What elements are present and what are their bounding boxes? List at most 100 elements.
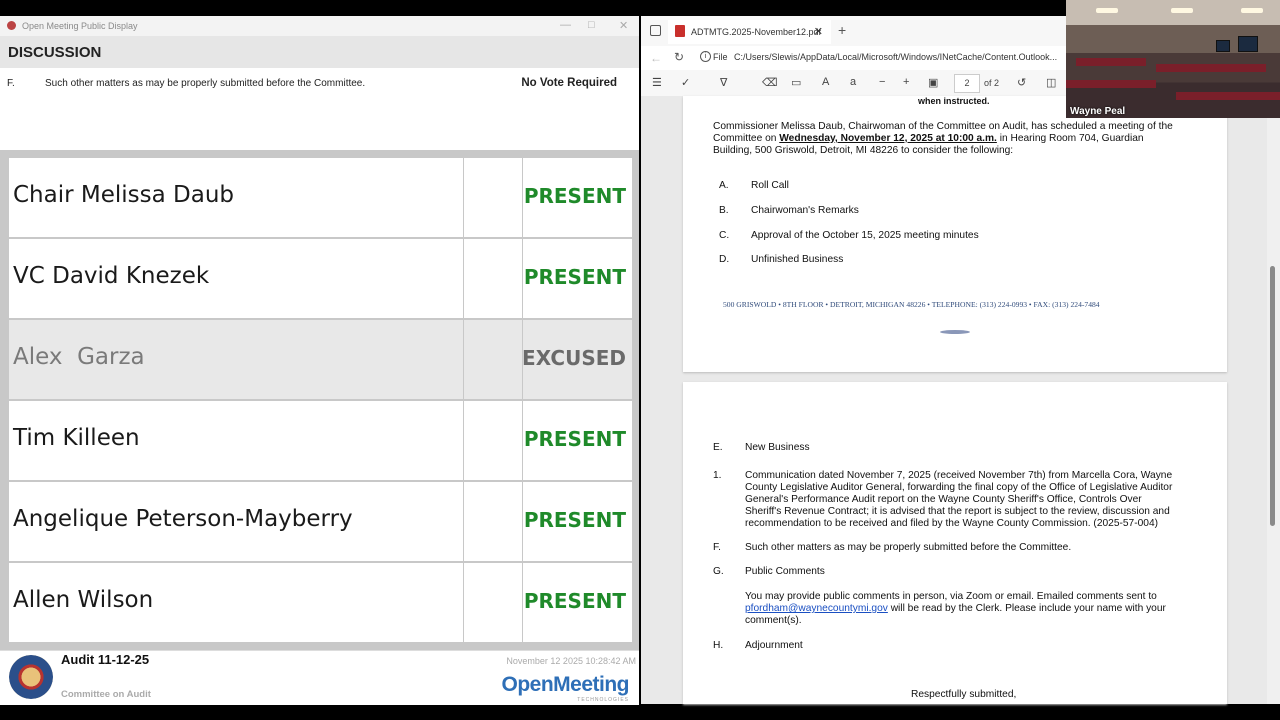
member-name: Alex Garza	[13, 344, 145, 370]
meeting-name: Audit 11-12-25	[61, 652, 150, 667]
app-icon	[7, 21, 16, 30]
new-tab-icon[interactable]: +	[838, 22, 846, 38]
item-text: Such other matters as may be properly su…	[45, 78, 366, 89]
member-status: PRESENT	[523, 589, 626, 613]
roll-call-row: Alex Garza EXCUSED	[9, 320, 632, 399]
comment-line: comment(s).	[745, 615, 802, 626]
agenda-letter: D.	[719, 254, 730, 265]
zoom-in-icon[interactable]: +	[903, 76, 909, 88]
contents-icon[interactable]: ☰	[652, 76, 662, 89]
agenda-letter: G.	[713, 566, 724, 577]
agenda-letter: F.	[713, 542, 721, 553]
page-count: of 2	[984, 78, 1000, 88]
intro-line: Committee on Wednesday, November 12, 202…	[713, 133, 1144, 144]
item-letter: F.	[7, 78, 15, 89]
agenda-letter: B.	[719, 205, 729, 216]
timestamp: November 12 2025 10:28:42 AM	[506, 656, 636, 666]
item-number: 1.	[713, 470, 722, 481]
roll-call-row: Angelique Peterson-Mayberry PRESENT	[9, 482, 632, 561]
draw-icon[interactable]: ∇	[720, 76, 727, 89]
item-line: recommendation to be received and filed …	[745, 518, 1158, 529]
minimize-icon[interactable]: —	[560, 19, 571, 31]
rotate-icon[interactable]: ↺	[1017, 76, 1026, 89]
member-status: PRESENT	[523, 508, 626, 532]
tab-actions-icon[interactable]	[650, 25, 661, 36]
scroll-thumb[interactable]	[1270, 266, 1275, 526]
openmeeting-logo: OpenMeeting	[501, 673, 629, 696]
member-name: Chair Melissa Daub	[13, 182, 235, 208]
window-title: Open Meeting Public Display	[22, 21, 138, 31]
info-icon[interactable]: i	[700, 51, 711, 62]
erase-icon[interactable]: ⌫	[762, 76, 778, 89]
address-bar: ← ↻ i File C:/Users/Slewis/AppData/Local…	[641, 46, 1066, 71]
text-icon[interactable]: ▭	[791, 76, 801, 89]
section-header: DISCUSSION	[0, 36, 639, 68]
member-status: PRESENT	[523, 265, 626, 289]
tab-document[interactable]: ADTMTG.2025-November12.pdf ✕	[668, 20, 831, 44]
agenda-text: Chairwoman's Remarks	[751, 205, 859, 216]
roll-call-row: Tim Killeen PRESENT	[9, 401, 632, 480]
close-tab-icon[interactable]: ✕	[814, 25, 823, 38]
agenda-letter: C.	[719, 230, 730, 241]
agenda-text: Public Comments	[745, 566, 825, 577]
zoom-out-icon[interactable]: −	[879, 76, 885, 88]
agenda-text: Roll Call	[751, 180, 789, 191]
maximize-icon[interactable]: □	[588, 19, 595, 31]
committee-name: Committee on Audit	[61, 689, 151, 700]
member-name: Tim Killeen	[13, 425, 140, 451]
display-footer: Audit 11-12-25 Committee on Audit Novemb…	[0, 650, 639, 705]
highlight-icon[interactable]: ✓	[681, 76, 690, 89]
vote-status: No Vote Required	[521, 77, 617, 89]
item-line: Sheriff's Revenue Contract; it is advise…	[745, 506, 1170, 517]
agenda-letter: E.	[713, 442, 723, 453]
agenda-text: Such other matters as may be properly su…	[745, 542, 1072, 553]
open-meeting-window: Open Meeting Public Display — □ ✕ DISCUS…	[0, 16, 639, 705]
county-seal-logo	[9, 655, 53, 699]
roll-call-row: VC David Knezek PRESENT	[9, 239, 632, 318]
webcam-feed: Wayne Peal	[1066, 0, 1280, 118]
reload-icon[interactable]: ↻	[674, 50, 684, 64]
address-url[interactable]: C:/Users/Slewis/AppData/Local/Microsoft/…	[734, 52, 1057, 62]
logo-subtitle: TECHNOLOGIES	[577, 697, 629, 703]
window-titlebar: Open Meeting Public Display — □ ✕	[0, 16, 639, 36]
agenda-text: New Business	[745, 442, 810, 453]
page-view-icon[interactable]: ◫	[1046, 76, 1056, 89]
tab-bar: ADTMTG.2025-November12.pdf ✕ +	[641, 16, 1066, 46]
translate-icon[interactable]: a	[850, 76, 856, 88]
pdf-page-2: E. New Business 1. Communication dated N…	[683, 382, 1227, 704]
agenda-text: Approval of the October 15, 2025 meeting…	[751, 230, 979, 241]
intro-line: Building, 500 Griswold, Detroit, MI 4822…	[713, 145, 1014, 156]
section-title: DISCUSSION	[8, 44, 102, 61]
agenda-text: Unfinished Business	[751, 254, 844, 265]
agenda-letter: H.	[713, 640, 724, 651]
address-label: File	[713, 52, 728, 62]
agenda-text: Adjournment	[745, 640, 803, 651]
read-aloud-icon[interactable]: A	[822, 76, 829, 88]
agenda-item: F. Such other matters as may be properly…	[0, 68, 639, 148]
close-icon[interactable]: ✕	[619, 19, 628, 32]
letterhead-address: 500 GRISWOLD • 8TH FLOOR • DETROIT, MICH…	[723, 300, 1100, 309]
email-link[interactable]: pfordham@waynecountymi.gov	[745, 603, 888, 614]
member-name: Allen Wilson	[13, 587, 154, 613]
member-status: PRESENT	[523, 427, 626, 451]
pdf-page-1: when instructed. Commissioner Melissa Da…	[683, 96, 1227, 372]
page-number-input[interactable]: 2	[954, 74, 980, 93]
agenda-letter: A.	[719, 180, 729, 191]
item-line: County Legislative Auditor General, forw…	[745, 482, 1173, 493]
closing-text: Respectfully submitted,	[911, 689, 1017, 700]
pdf-toolbar: ☰ ✓ ∇ ⌫ ▭ A a − + ▣ 2 of 2 ↺ ◫	[641, 70, 1066, 96]
item-line: General's Performance Audit report on th…	[745, 494, 1142, 505]
member-status: EXCUSED	[522, 346, 626, 370]
comment-line: You may provide public comments in perso…	[745, 591, 1157, 602]
pdf-viewer-window: ADTMTG.2025-November12.pdf ✕ + ← ↻ i Fil…	[641, 16, 1280, 704]
vertical-scrollbar[interactable]	[1267, 16, 1280, 704]
roll-call-table: Chair Melissa Daub PRESENT VC David Knez…	[0, 150, 639, 650]
member-name: VC David Knezek	[13, 263, 210, 289]
member-status: PRESENT	[523, 184, 626, 208]
fit-page-icon[interactable]: ▣	[928, 76, 938, 89]
ornament-icon	[940, 330, 970, 334]
meeting-datetime: Wednesday, November 12, 2025 at 10:00 a.…	[779, 133, 997, 144]
comment-line: pfordham@waynecountymi.gov will be read …	[745, 603, 1166, 614]
pdf-icon	[675, 25, 685, 37]
back-arrow-icon[interactable]: ←	[650, 51, 662, 65]
